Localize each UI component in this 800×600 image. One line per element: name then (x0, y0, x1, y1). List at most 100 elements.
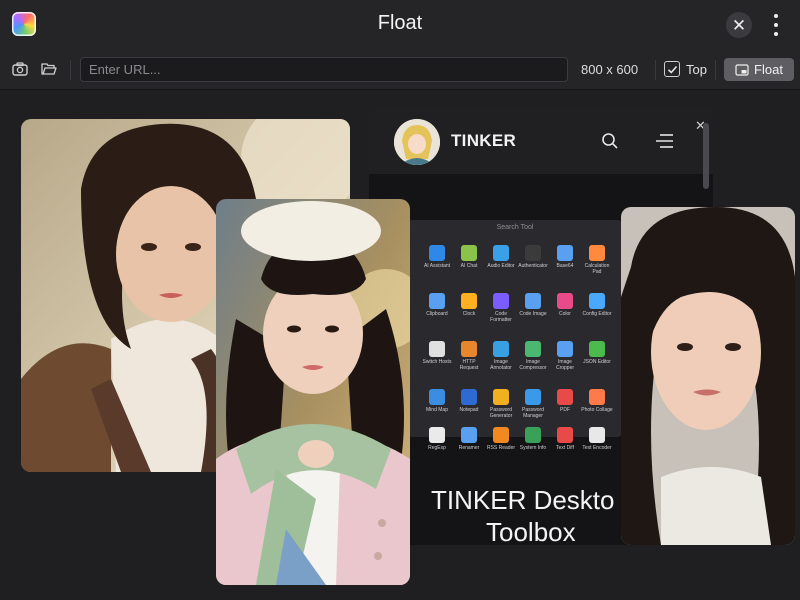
tool-label: Clock (462, 311, 476, 317)
tool-item[interactable]: Password Manager (517, 389, 549, 419)
tool-item[interactable]: AI Chat (453, 245, 485, 269)
tool-item[interactable]: Image Annotator (485, 341, 517, 371)
window-size-label: 800 x 600 (581, 62, 639, 77)
folder-open-icon[interactable] (40, 60, 58, 78)
toolbar-divider (70, 60, 71, 80)
tool-item[interactable]: Base64 (549, 245, 581, 269)
tool-label: Base64 (556, 263, 574, 269)
tool-item[interactable]: Code Image (517, 293, 549, 317)
tool-item[interactable]: Password Generator (485, 389, 517, 419)
tinker-brand-title: TINKER (451, 131, 517, 150)
compress-icon (525, 341, 541, 357)
tool-item[interactable]: AI Assistant (421, 245, 453, 269)
photo-girl-beret-scarf[interactable] (216, 199, 410, 585)
base64-icon (557, 245, 573, 261)
color-icon (557, 293, 573, 309)
tool-item[interactable]: Renamer (453, 427, 485, 451)
regexp-icon (429, 427, 445, 443)
tool-item[interactable]: JSON Editor (581, 341, 613, 365)
tool-item[interactable]: Clock (453, 293, 485, 317)
menu-icon[interactable] (654, 133, 674, 149)
tool-item[interactable]: Image Cropper (549, 341, 581, 371)
audio-icon (493, 245, 509, 261)
tool-label: RSS Reader (486, 445, 516, 451)
calculator-icon (589, 245, 605, 261)
collage-icon (589, 389, 605, 405)
tool-item[interactable]: PDF (549, 389, 581, 413)
tinker-headline-line-1: TINKER Deskto (431, 485, 615, 515)
tool-label: AI Assistant (423, 263, 451, 269)
close-icon: ✕ (731, 15, 747, 35)
toolbar-divider (715, 60, 716, 80)
tool-label: Password Generator (489, 407, 513, 419)
tinker-header: TINKER ✕ (369, 109, 713, 189)
tool-label: Switch Hosts (422, 359, 452, 365)
url-input[interactable] (80, 57, 568, 82)
tool-item[interactable]: Notepad (453, 389, 485, 413)
search-icon[interactable] (601, 132, 619, 150)
tool-label: Text Diff (556, 445, 574, 451)
clock-icon (461, 293, 477, 309)
json-icon (589, 341, 605, 357)
always-on-top-checkbox[interactable] (664, 61, 680, 77)
robot-icon (429, 245, 445, 261)
key-icon (493, 389, 509, 405)
search-tool-input[interactable]: Search Tool (409, 224, 621, 231)
http-icon (461, 341, 477, 357)
close-window-button[interactable]: ✕ (726, 12, 752, 38)
camera-icon[interactable] (11, 60, 29, 78)
tool-label: Image Compressor (519, 359, 547, 371)
tool-item[interactable]: Calculation Pad (581, 245, 613, 275)
tool-label: Code Image (519, 311, 547, 317)
tool-item[interactable]: Text Diff (549, 427, 581, 451)
tool-label: Text Encoder (582, 445, 612, 451)
tool-label: PDF (560, 407, 570, 413)
crop-icon (557, 341, 573, 357)
more-options-button[interactable] (766, 11, 786, 39)
tool-item[interactable]: RSS Reader (485, 427, 517, 451)
tinker-avatar (394, 119, 440, 165)
tool-item[interactable]: System Info (517, 427, 549, 451)
tool-item[interactable]: Audio Editor (485, 245, 517, 269)
tool-grid-panel: Search Tool AI Assistant AI Chat Audio Edi… (409, 220, 621, 451)
notepad-icon (461, 389, 477, 405)
tool-item[interactable]: Switch Hosts (421, 341, 453, 365)
hosts-icon (429, 341, 445, 357)
tool-label: Image Cropper (555, 359, 575, 371)
tool-item[interactable]: Config Editor (581, 293, 613, 317)
tool-item[interactable]: Mind Map (421, 389, 453, 413)
password-icon (525, 389, 541, 405)
tool-label: Renamer (458, 445, 480, 451)
code-icon (493, 293, 509, 309)
tool-item[interactable]: Color (549, 293, 581, 317)
float-button-label: Float (754, 62, 783, 77)
tool-item[interactable]: Text Encoder (581, 427, 613, 451)
toolbar-divider (655, 60, 656, 80)
always-on-top-label: Top (686, 62, 707, 77)
tool-item[interactable]: Image Compressor (517, 341, 549, 371)
tool-label: Photo Collage (581, 407, 613, 413)
tool-item[interactable]: Authenticator (517, 245, 549, 269)
tool-item[interactable]: Photo Collage (581, 389, 613, 413)
photo-woman-portrait-right[interactable] (621, 207, 795, 545)
clipboard-icon (429, 293, 445, 309)
tool-item[interactable]: Clipboard (421, 293, 453, 317)
tool-label: JSON Editor (583, 359, 611, 365)
code-image-icon (525, 293, 541, 309)
tool-label: Image Annotator (490, 359, 512, 371)
tinker-scrollbar[interactable] (703, 123, 709, 189)
checkmark-icon (667, 65, 677, 74)
tool-label: RegExp (428, 445, 446, 451)
tool-item[interactable]: HTTP Request (453, 341, 485, 371)
tool-label: System Info (519, 445, 547, 451)
chat-icon (461, 245, 477, 261)
float-button[interactable]: Float (724, 58, 794, 81)
portrait-image (621, 207, 795, 545)
tool-label: Authenticator (518, 263, 548, 269)
mindmap-icon (429, 389, 445, 405)
tool-label: Notepad (459, 407, 479, 413)
float-window-icon (735, 63, 749, 76)
tool-item[interactable]: RegExp (421, 427, 453, 451)
tool-item[interactable]: Code Formatter (485, 293, 517, 323)
gear-icon (589, 293, 605, 309)
